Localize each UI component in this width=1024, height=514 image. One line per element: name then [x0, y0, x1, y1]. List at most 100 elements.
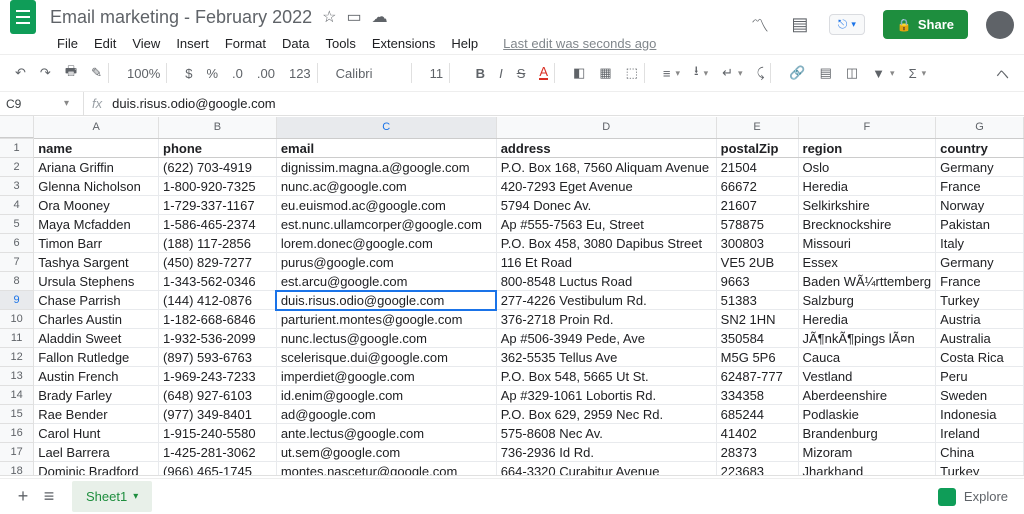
cell[interactable]: 41402 [716, 424, 798, 443]
dec-increase-button[interactable]: .00 [252, 62, 280, 85]
formula-input[interactable]: duis.risus.odio@google.com [110, 96, 278, 111]
select-all-corner[interactable] [0, 116, 34, 138]
sheet-tab[interactable]: Sheet1 ▾ [72, 481, 152, 512]
cell[interactable]: Ap #555-7563 Eu, Street [496, 215, 716, 234]
fill-color-button[interactable]: ◧ [568, 61, 590, 85]
cell[interactable]: Austria [936, 310, 1024, 329]
cell[interactable]: ad@google.com [276, 405, 496, 424]
cell[interactable]: region [798, 139, 936, 158]
cell[interactable]: France [936, 272, 1024, 291]
row-header[interactable]: 4 [0, 196, 34, 215]
cell[interactable]: 736-2936 Id Rd. [496, 443, 716, 462]
col-header[interactable]: A [34, 117, 159, 139]
menu-data[interactable]: Data [275, 32, 316, 55]
cell[interactable]: Jharkhand [798, 462, 936, 477]
cell[interactable]: 685244 [716, 405, 798, 424]
cell[interactable]: Glenna Nicholson [34, 177, 159, 196]
cell[interactable]: 1-729-337-1167 [159, 196, 277, 215]
cell[interactable]: Podlaskie [798, 405, 936, 424]
cell[interactable]: Oslo [798, 158, 936, 177]
cell[interactable]: P.O. Box 629, 2959 Nec Rd. [496, 405, 716, 424]
document-title[interactable]: Email marketing - February 2022 [50, 7, 312, 28]
row-header[interactable]: 18 [0, 462, 34, 477]
toolbar-collapse-button[interactable]: ヘ [991, 60, 1014, 87]
cell[interactable]: Essex [798, 253, 936, 272]
cell[interactable]: nunc.ac@google.com [276, 177, 496, 196]
font-size-select[interactable]: 11 [425, 59, 467, 87]
cell[interactable]: dignissim.magna.a@google.com [276, 158, 496, 177]
cell[interactable]: 1-343-562-0346 [159, 272, 277, 291]
cell[interactable]: France [936, 177, 1024, 196]
cell[interactable]: eu.euismod.ac@google.com [276, 196, 496, 215]
cell[interactable]: China [936, 443, 1024, 462]
cell[interactable]: postalZip [716, 139, 798, 158]
cell[interactable]: (977) 349-8401 [159, 405, 277, 424]
star-icon[interactable]: ☆ [322, 7, 336, 27]
cell[interactable]: lorem.donec@google.com [276, 234, 496, 253]
menu-file[interactable]: File [50, 32, 85, 55]
add-sheet-button[interactable]: + [10, 484, 36, 510]
cell[interactable]: phone [159, 139, 277, 158]
cell[interactable]: JÃ¶nkÃ¶pings lÃ¤n [798, 329, 936, 348]
row-header[interactable]: 8 [0, 272, 34, 291]
cell[interactable]: 300803 [716, 234, 798, 253]
cell[interactable]: Ursula Stephens [34, 272, 159, 291]
name-box-dropdown[interactable]: ▾ [50, 92, 84, 115]
cell[interactable]: SN2 1HN [716, 310, 798, 329]
all-sheets-button[interactable]: ≡ [36, 484, 62, 510]
cell[interactable]: est.arcu@google.com [276, 272, 496, 291]
wrap-button[interactable]: ↵ [717, 61, 747, 85]
dec-decrease-button[interactable]: .0 [227, 62, 248, 85]
text-color-button[interactable]: A [534, 59, 564, 87]
cell[interactable]: 575-8608 Nec Av. [496, 424, 716, 443]
spreadsheet-grid[interactable]: ABCDEFG1namephoneemailaddresspostalZipre… [0, 116, 1024, 476]
row-header[interactable]: 2 [0, 158, 34, 177]
print-button[interactable]: 🖶 [60, 58, 82, 88]
cell[interactable]: 277-4226 Vestibulum Rd. [496, 291, 716, 310]
cell[interactable]: Maya Mcfadden [34, 215, 159, 234]
cell[interactable]: 9663 [716, 272, 798, 291]
link-button[interactable]: 🔗 [784, 61, 810, 85]
cell[interactable]: Norway [936, 196, 1024, 215]
cell[interactable]: Timon Barr [34, 234, 159, 253]
cell[interactable]: Fallon Rutledge [34, 348, 159, 367]
cell[interactable]: purus@google.com [276, 253, 496, 272]
cell[interactable]: 116 Et Road [496, 253, 716, 272]
row-header[interactable]: 10 [0, 310, 34, 329]
cell[interactable]: 21607 [716, 196, 798, 215]
cell[interactable]: Sweden [936, 386, 1024, 405]
cell[interactable]: Rae Bender [34, 405, 159, 424]
cell[interactable]: imperdiet@google.com [276, 367, 496, 386]
row-header[interactable]: 15 [0, 405, 34, 424]
row-header[interactable]: 1 [0, 139, 34, 158]
menu-tools[interactable]: Tools [318, 32, 362, 55]
cell[interactable]: (648) 927-6103 [159, 386, 277, 405]
share-button[interactable]: Share [883, 10, 968, 39]
cell[interactable]: address [496, 139, 716, 158]
cell[interactable]: 1-969-243-7233 [159, 367, 277, 386]
cell[interactable]: 1-425-281-3062 [159, 443, 277, 462]
col-header[interactable]: F [798, 117, 936, 139]
cell[interactable]: id.enim@google.com [276, 386, 496, 405]
cell[interactable]: 223683 [716, 462, 798, 477]
comment-icon[interactable]: ▤ [789, 14, 811, 36]
cell[interactable]: parturient.montes@google.com [276, 310, 496, 329]
cell[interactable]: Australia [936, 329, 1024, 348]
cell[interactable]: Mizoram [798, 443, 936, 462]
menu-insert[interactable]: Insert [169, 32, 216, 55]
row-header[interactable]: 16 [0, 424, 34, 443]
cell[interactable]: Indonesia [936, 405, 1024, 424]
cell[interactable]: country [936, 139, 1024, 158]
cell[interactable]: est.nunc.ullamcorper@google.com [276, 215, 496, 234]
cell[interactable]: Aberdeenshire [798, 386, 936, 405]
cell[interactable]: (966) 465-1745 [159, 462, 277, 477]
cell[interactable]: duis.risus.odio@google.com [276, 291, 496, 310]
merge-button[interactable]: ⬚ [621, 59, 654, 87]
cell[interactable]: 51383 [716, 291, 798, 310]
cell[interactable]: 334358 [716, 386, 798, 405]
h-align-button[interactable]: ≡ [658, 62, 685, 85]
cell[interactable]: 420-7293 Eget Avenue [496, 177, 716, 196]
cloud-icon[interactable]: ☁ [372, 7, 388, 27]
row-header[interactable]: 13 [0, 367, 34, 386]
menu-view[interactable]: View [125, 32, 167, 55]
